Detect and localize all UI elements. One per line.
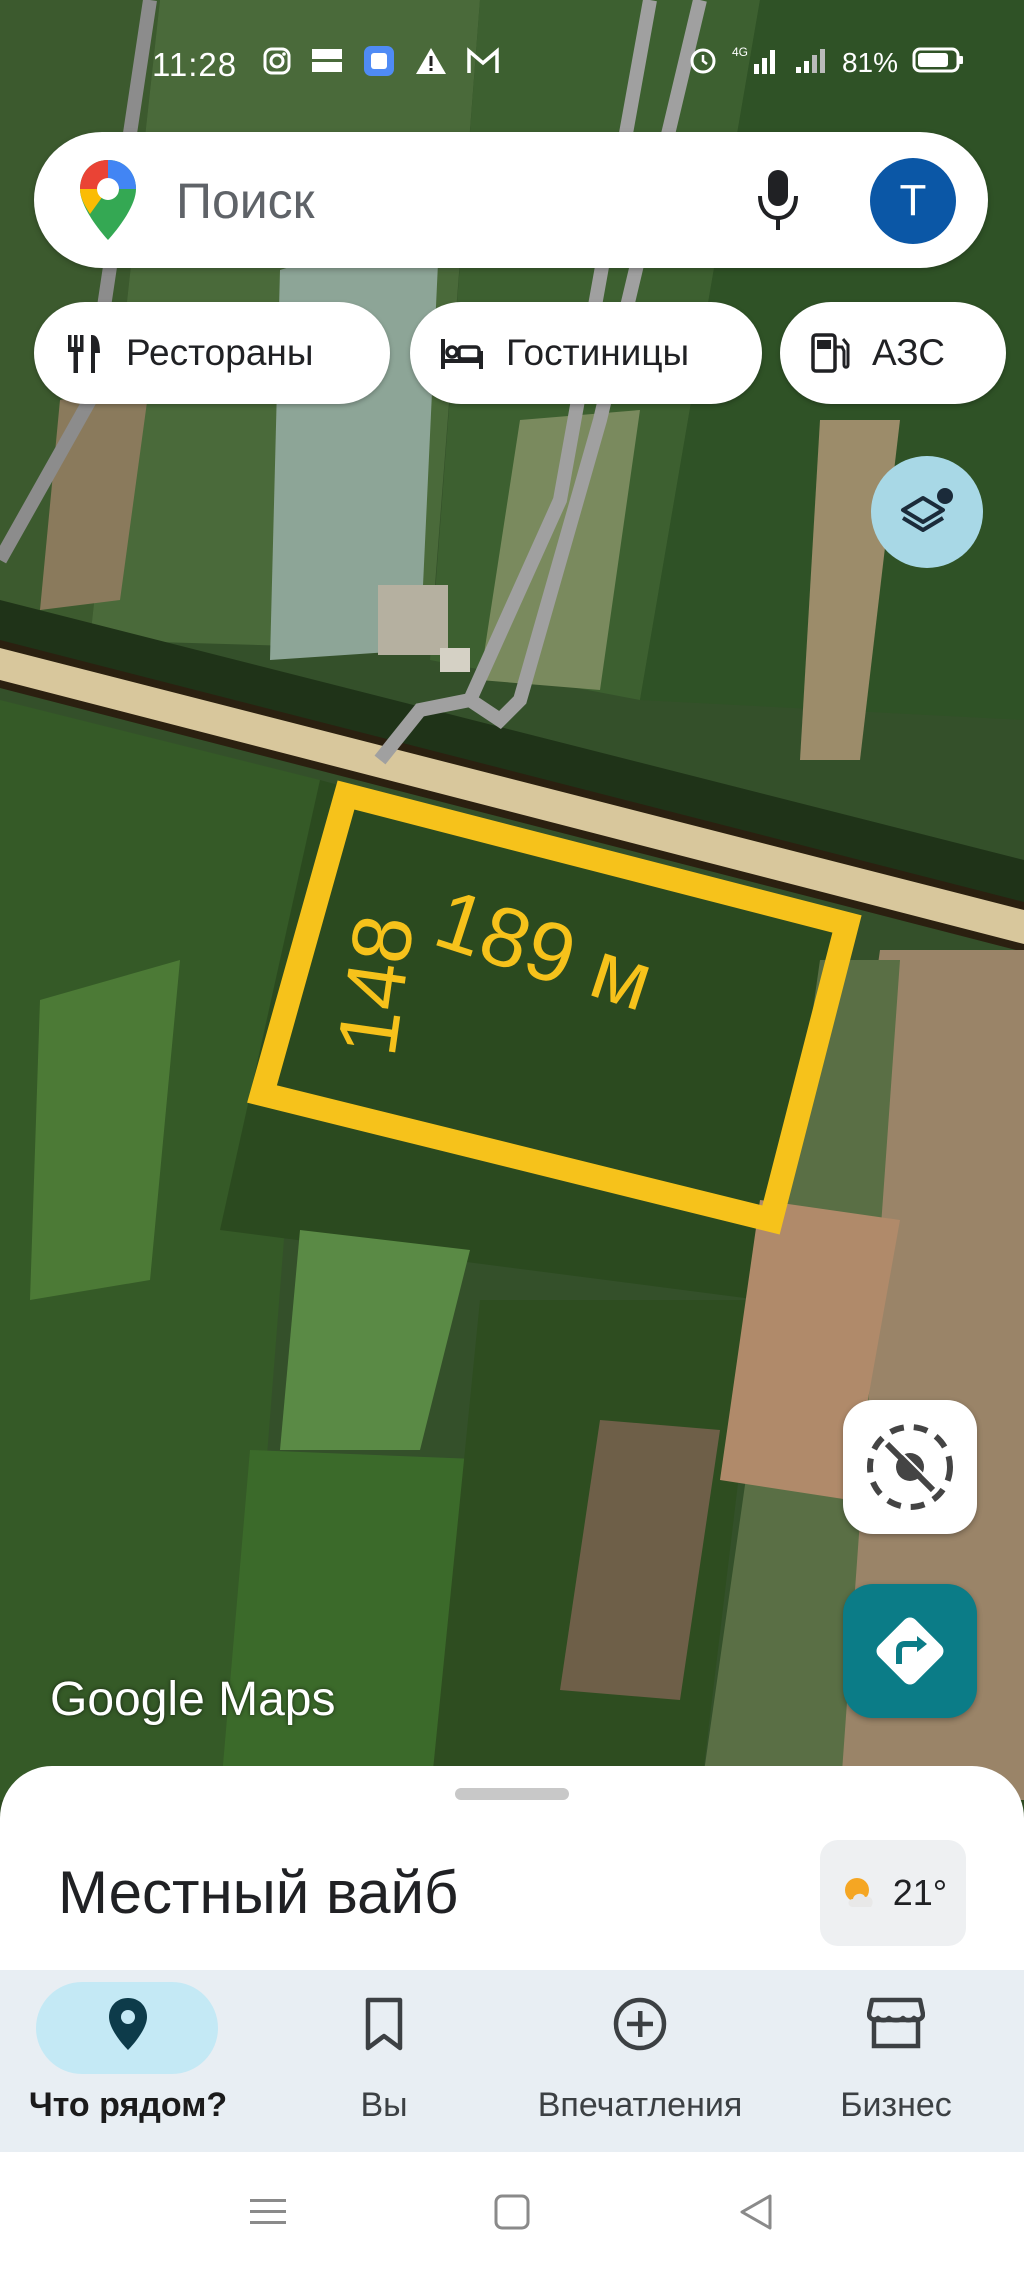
temperature: 21° xyxy=(892,1872,948,1913)
google-maps-watermark: Google Maps xyxy=(50,1673,336,1726)
nav-item-contribute[interactable]: Впечатления xyxy=(512,1970,768,2152)
home-icon[interactable] xyxy=(492,2192,532,2237)
chip-label: АЗС xyxy=(872,332,945,373)
back-icon[interactable] xyxy=(736,2192,776,2237)
partly-cloudy-icon xyxy=(844,1878,873,1907)
account-avatar[interactable]: T xyxy=(870,158,956,244)
microphone-icon[interactable] xyxy=(752,166,804,239)
chip-hotels[interactable]: Гостиницы xyxy=(410,302,762,404)
nav-item-business[interactable]: Бизнес xyxy=(768,1970,1024,2152)
system-navigation-bar xyxy=(0,2152,1024,2276)
bottom-navigation: Что рядом? Вы Впечатления Бизнес xyxy=(0,1970,1024,2152)
weather-badge[interactable]: 21° xyxy=(820,1840,966,1946)
search-input[interactable]: Поиск xyxy=(176,172,315,230)
instagram-icon xyxy=(262,46,292,81)
status-time: 11:28 xyxy=(152,46,238,83)
layers-icon xyxy=(901,488,953,532)
gas-station-icon xyxy=(811,333,850,373)
nav-label: Бизнес xyxy=(840,2086,952,2124)
restaurant-icon xyxy=(68,335,100,373)
location-pin-icon xyxy=(109,1998,147,2050)
directions-button[interactable] xyxy=(843,1584,977,1718)
signal-4g-icon: 4G xyxy=(732,44,780,81)
hotel-icon xyxy=(441,339,483,369)
layers-button[interactable] xyxy=(871,456,983,568)
gmail-icon xyxy=(466,47,500,80)
bookmark-icon xyxy=(365,1997,403,2051)
measurement-width-label: 148 xyxy=(318,909,432,1062)
nav-label: Что рядом? xyxy=(28,2086,228,2124)
chip-label: Гостиницы xyxy=(506,332,690,373)
chip-label: Рестораны xyxy=(126,332,314,373)
warning-icon xyxy=(414,46,448,81)
status-bar: 11:28 4G 81% xyxy=(0,40,1024,92)
recents-menu-icon[interactable] xyxy=(248,2192,288,2237)
storefront-icon xyxy=(867,1997,925,2049)
chip-restaurants[interactable]: Рестораны xyxy=(34,302,390,404)
signal-icon xyxy=(794,45,828,80)
alarm-icon xyxy=(688,45,718,80)
app-square-icon xyxy=(362,44,396,83)
nav-label: Впечатления xyxy=(537,2086,743,2124)
my-location-button[interactable] xyxy=(843,1400,977,1534)
nav-item-you[interactable]: Вы xyxy=(256,1970,512,2152)
location-off-icon xyxy=(867,1424,953,1510)
chip-gas-stations[interactable]: АЗС xyxy=(780,302,1006,404)
directions-icon xyxy=(876,1617,944,1685)
sheet-title: Местный вайб xyxy=(58,1859,459,1926)
google-maps-pin-icon xyxy=(76,158,140,247)
battery-percent: 81% xyxy=(841,46,898,78)
nav-label: Вы xyxy=(360,2086,408,2124)
search-bar[interactable]: Поиск T xyxy=(34,132,988,268)
sheet-drag-handle[interactable] xyxy=(455,1788,569,1800)
nav-item-explore[interactable]: Что рядом? xyxy=(0,1970,256,2152)
svg-text:4G: 4G xyxy=(732,45,748,59)
add-circle-icon xyxy=(613,1997,667,2051)
bottom-sheet[interactable]: Местный вайб 21° xyxy=(0,1766,1024,1976)
battery-icon xyxy=(912,46,964,79)
temu-icon xyxy=(310,46,344,81)
